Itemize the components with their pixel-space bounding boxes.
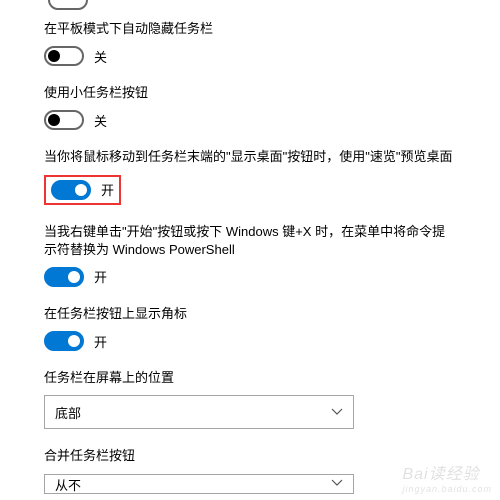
chevron-down-icon — [331, 475, 343, 490]
select-combine-buttons[interactable]: 从不 — [44, 474, 354, 494]
toggle-show-badges[interactable] — [44, 331, 84, 351]
select-value-combine-buttons: 从不 — [55, 475, 81, 494]
toggle-state-small-buttons: 关 — [94, 111, 107, 130]
toggle-powershell[interactable] — [44, 267, 84, 287]
toggle-small-buttons[interactable] — [44, 110, 84, 130]
select-value-taskbar-location: 底部 — [55, 403, 81, 422]
toggle-state-autohide-tablet: 关 — [94, 47, 107, 66]
setting-label-taskbar-location: 任务栏在屏幕上的位置 — [44, 369, 456, 387]
toggle-state-show-badges: 开 — [94, 332, 107, 351]
setting-label-autohide-tablet: 在平板模式下自动隐藏任务栏 — [44, 20, 456, 38]
chevron-down-icon — [331, 405, 343, 419]
setting-label-powershell: 当我右键单击"开始"按钮或按下 Windows 键+X 时，在菜单中将命令提示符… — [44, 223, 456, 259]
select-taskbar-location[interactable]: 底部 — [44, 395, 354, 429]
setting-label-peek-desktop: 当你将鼠标移动到任务栏末端的"显示桌面"按钮时，使用"速览"预览桌面 — [44, 148, 456, 166]
toggle-state-powershell: 开 — [94, 267, 107, 286]
toggle-autohide-tablet[interactable] — [44, 46, 84, 66]
partial-toggle-top — [48, 0, 456, 12]
setting-label-combine-buttons: 合并任务栏按钮 — [44, 447, 456, 465]
setting-label-small-buttons: 使用小任务栏按钮 — [44, 84, 456, 102]
toggle-peek-desktop[interactable] — [51, 180, 91, 200]
annotation-highlight: 开 — [44, 175, 121, 205]
toggle-state-peek-desktop: 开 — [101, 180, 114, 199]
setting-label-show-badges: 在任务栏按钮上显示角标 — [44, 305, 456, 323]
